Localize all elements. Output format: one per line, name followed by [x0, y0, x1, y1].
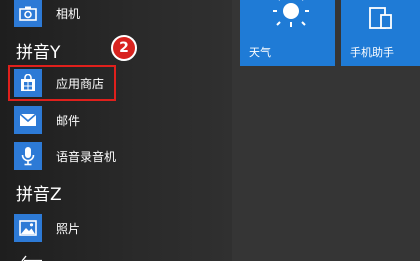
sun-icon	[273, 0, 309, 27]
app-item-recorder[interactable]: 语音录音机	[14, 140, 116, 172]
tile-label-phone-assistant: 手机助手	[350, 46, 394, 59]
step-badge: 2	[111, 35, 137, 61]
group-header-z[interactable]: 拼音Z	[16, 180, 62, 205]
app-label-recorder: 语音录音机	[56, 149, 117, 164]
app-list: 相机 拼音Y 2 应用商店 邮件 语音录音机 拼音Z 照片	[0, 0, 232, 261]
app-item-photos[interactable]: 照片	[14, 212, 80, 244]
group-header-y[interactable]: 拼音Y	[16, 38, 60, 63]
app-label-photos: 照片	[56, 221, 81, 236]
mail-icon	[14, 106, 42, 134]
tiles-area: 天气 手机助手	[232, 0, 420, 261]
tile-phone-assistant[interactable]: 手机助手	[341, 0, 420, 66]
highlight-box	[8, 65, 116, 101]
app-item-mail[interactable]: 邮件	[14, 104, 80, 136]
photo-icon	[14, 214, 42, 242]
tile-weather[interactable]: 天气	[240, 0, 335, 66]
app-item-camera[interactable]: 相机	[14, 0, 80, 29]
tile-label-weather: 天气	[249, 46, 271, 59]
app-label-camera: 相机	[56, 6, 81, 21]
app-label-mail: 邮件	[56, 113, 81, 128]
microphone-icon	[14, 142, 42, 170]
camera-icon	[14, 0, 42, 27]
phone-tablet-icon	[369, 7, 392, 29]
back-arrow-icon[interactable]	[14, 254, 44, 261]
